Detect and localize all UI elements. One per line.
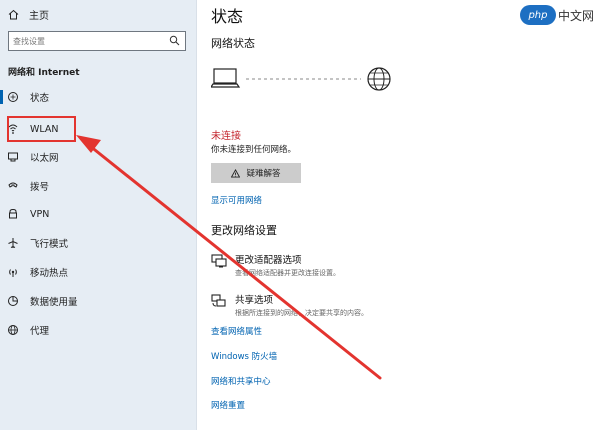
change-settings-heading: 更改网络设置 xyxy=(211,224,277,237)
sidebar-item-label: 以太网 xyxy=(30,153,59,164)
watermark: php 中文网 xyxy=(519,5,594,25)
home-label: 主页 xyxy=(29,10,49,22)
not-connected-title: 未连接 xyxy=(211,131,241,142)
watermark-logo: php xyxy=(519,5,556,25)
vpn-icon xyxy=(6,208,20,220)
sidebar-item-dialup[interactable]: 拨号 xyxy=(6,177,49,195)
search-box[interactable] xyxy=(8,31,186,51)
sidebar: 主页 网络和 Internet 状态 WLAN 以太网 xyxy=(0,0,197,430)
view-network-properties-link[interactable]: 查看网络属性 xyxy=(211,325,262,337)
sharing-options[interactable]: 共享选项 根据所连接到的网络，决定要共享的内容。 xyxy=(211,292,368,318)
home-link[interactable]: 主页 xyxy=(8,6,49,22)
globe-icon xyxy=(367,67,391,91)
sidebar-item-ethernet[interactable]: 以太网 xyxy=(6,148,59,166)
network-sharing-center-link[interactable]: 网络和共享中心 xyxy=(211,375,271,387)
sidebar-item-vpn[interactable]: VPN xyxy=(6,205,49,223)
show-networks-link[interactable]: 显示可用网络 xyxy=(211,194,262,206)
ethernet-icon xyxy=(6,151,20,163)
sidebar-item-label: 拨号 xyxy=(30,182,50,193)
watermark-text: 中文网 xyxy=(557,8,594,23)
not-connected-description: 你未连接到任何网络。 xyxy=(211,145,297,155)
search-icon[interactable] xyxy=(169,35,181,47)
sidebar-item-hotspot[interactable]: 移动热点 xyxy=(6,263,68,281)
airplane-icon xyxy=(6,237,20,249)
main-content: 状态 网络状态 未连接 你未连接到任何网络。 疑难解答 显示可用网络 更改网络设… xyxy=(198,0,600,430)
troubleshoot-button[interactable]: 疑难解答 xyxy=(211,163,301,183)
sidebar-item-label: 状态 xyxy=(30,93,50,104)
option-title: 共享选项 xyxy=(235,295,274,306)
windows-firewall-link[interactable]: Windows 防火墙 xyxy=(211,350,277,362)
hotspot-icon xyxy=(6,266,20,278)
sidebar-item-data-usage[interactable]: 数据使用量 xyxy=(6,292,78,310)
troubleshoot-label: 疑难解答 xyxy=(246,169,281,179)
sidebar-item-label: VPN xyxy=(30,208,50,220)
sharing-icon xyxy=(211,294,227,308)
computer-icon xyxy=(211,68,241,88)
network-reset-link[interactable]: 网络重置 xyxy=(211,399,245,411)
network-status-heading: 网络状态 xyxy=(211,37,255,50)
section-title: 网络和 Internet xyxy=(8,68,80,78)
adapter-options[interactable]: 更改适配器选项 查看网络适配器并更改连接设置。 xyxy=(211,252,340,278)
network-diagram xyxy=(211,67,391,91)
home-icon xyxy=(8,9,22,20)
sidebar-item-airplane[interactable]: 飞行模式 xyxy=(6,234,68,252)
annotation-highlight-box xyxy=(7,116,76,142)
adapter-icon xyxy=(211,254,227,268)
sidebar-item-status[interactable]: 状态 xyxy=(0,88,50,106)
sidebar-item-label: 数据使用量 xyxy=(30,297,78,308)
sidebar-item-proxy[interactable]: 代理 xyxy=(6,321,49,339)
sidebar-item-label: 移动热点 xyxy=(30,268,69,279)
option-title: 更改适配器选项 xyxy=(235,255,302,266)
search-input[interactable] xyxy=(13,33,169,49)
proxy-icon xyxy=(6,324,20,336)
dialup-icon xyxy=(6,180,20,192)
sidebar-item-label: 代理 xyxy=(30,326,50,337)
sidebar-item-label: 飞行模式 xyxy=(30,239,69,250)
option-description: 根据所连接到的网络，决定要共享的内容。 xyxy=(235,309,368,317)
warning-icon xyxy=(231,168,241,178)
data-usage-icon xyxy=(6,295,20,307)
status-icon xyxy=(6,91,20,103)
page-title: 状态 xyxy=(211,7,244,26)
option-description: 查看网络适配器并更改连接设置。 xyxy=(235,269,340,277)
